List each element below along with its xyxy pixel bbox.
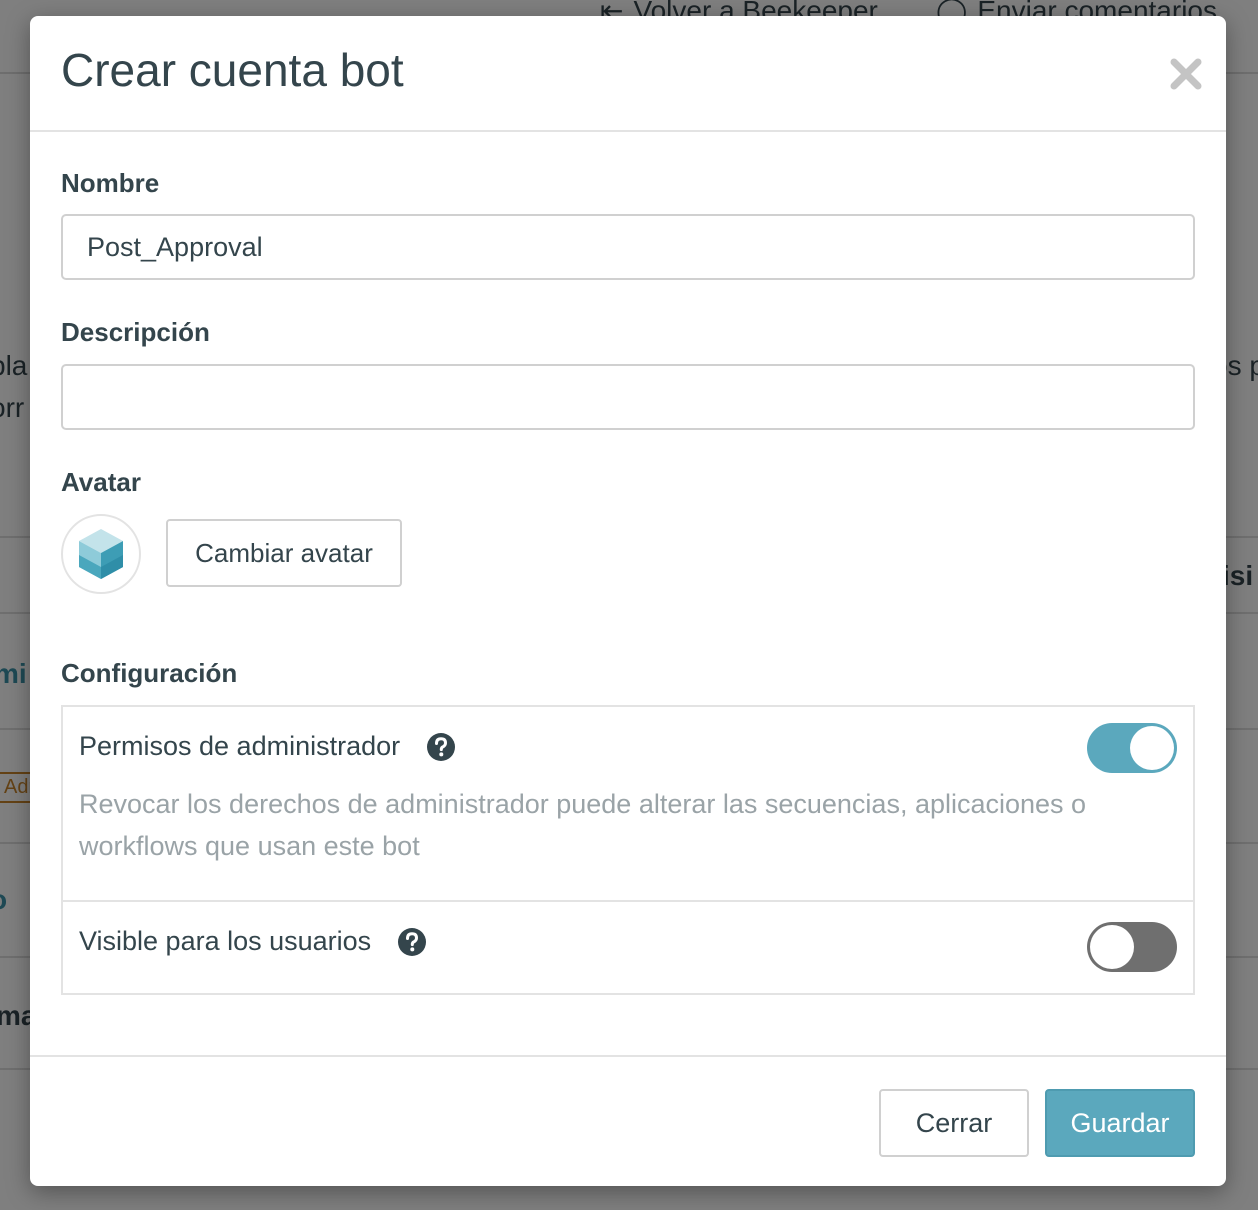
question-circle-icon[interactable] [397,927,427,957]
visible-to-users-toggle[interactable] [1087,922,1177,972]
modal-footer: Cerrar Guardar [30,1055,1226,1188]
hexagon-cube-icon [79,529,123,579]
question-circle-icon[interactable] [426,732,456,762]
visible-to-users-title: Visible para los usuarios [79,926,372,956]
change-avatar-button[interactable]: Cambiar avatar [166,519,402,587]
admin-permissions-toggle[interactable] [1087,723,1177,773]
admin-permissions-row: Permisos de administrador Revocar los de… [63,707,1193,902]
name-label: Nombre [61,168,160,198]
toggle-knob [1090,925,1134,969]
visible-to-users-row: Visible para los usuarios [63,902,1193,993]
settings-panel: Permisos de administrador Revocar los de… [61,705,1195,995]
description-label: Descripción [61,317,210,347]
cancel-button[interactable]: Cerrar [879,1089,1029,1157]
modal-title: Crear cuenta bot [61,44,404,96]
description-input[interactable] [61,364,1195,430]
modal-header: Crear cuenta bot [30,16,1226,132]
create-bot-account-modal: Crear cuenta bot Nombre Descripción Avat… [30,16,1226,1186]
close-icon [1170,58,1202,90]
visible-to-users-title-wrap: Visible para los usuarios [79,926,427,957]
admin-permissions-description: Revocar los derechos de administrador pu… [79,789,1087,861]
close-button[interactable] [1164,52,1208,96]
toggle-knob [1130,726,1174,770]
admin-permissions-title: Permisos de administrador [79,731,401,761]
name-input[interactable] [61,214,1195,280]
save-button[interactable]: Guardar [1045,1089,1195,1157]
settings-label: Configuración [61,658,238,688]
avatar [61,514,141,594]
avatar-label: Avatar [61,467,141,497]
admin-permissions-title-wrap: Permisos de administrador [79,731,456,762]
